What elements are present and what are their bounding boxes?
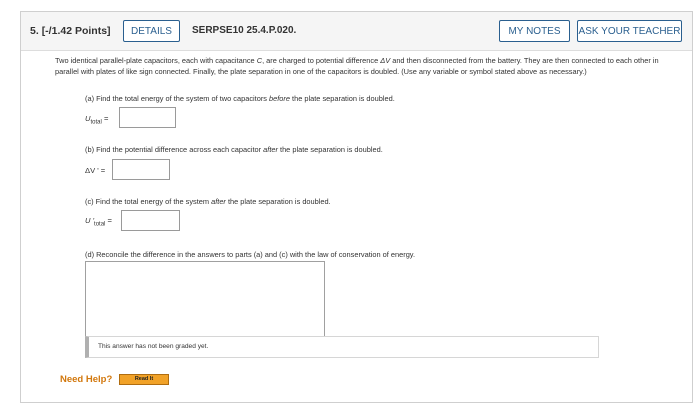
part-a-label: Utotal = [85,114,109,126]
question-header: 5. [-/1.42 Points] DETAILS SERPSE10 25.4… [21,12,692,51]
part-c-prompt: (c) Find the total energy of the system … [85,197,331,206]
details-button[interactable]: DETAILS [123,20,180,42]
read-it-button[interactable]: Read It [119,374,169,385]
question-text: Two identical parallel-plate capacitors,… [55,56,659,77]
question-code: SERPSE10 25.4.P.020. [192,25,297,36]
part-a-answer-input[interactable] [119,107,176,128]
need-help-label: Need Help? [60,374,113,385]
part-c-label: U 'total = [85,216,112,228]
question-number-points: 5. [-/1.42 Points] [30,25,111,37]
part-b-prompt: (b) Find the potential difference across… [85,145,383,154]
part-a-prompt: (a) Find the total energy of the system … [85,94,395,103]
part-b-answer-input[interactable] [112,159,170,180]
grading-status: This answer has not been graded yet. [85,336,599,358]
part-d-prompt: (d) Reconcile the difference in the answ… [85,250,416,259]
my-notes-button[interactable]: MY NOTES [499,20,570,42]
part-c-answer-input[interactable] [121,210,180,231]
part-b-label: ΔV ' = [85,166,106,175]
question-card: 5. [-/1.42 Points] DETAILS SERPSE10 25.4… [20,11,693,403]
ask-teacher-button[interactable]: ASK YOUR TEACHER [577,20,682,42]
